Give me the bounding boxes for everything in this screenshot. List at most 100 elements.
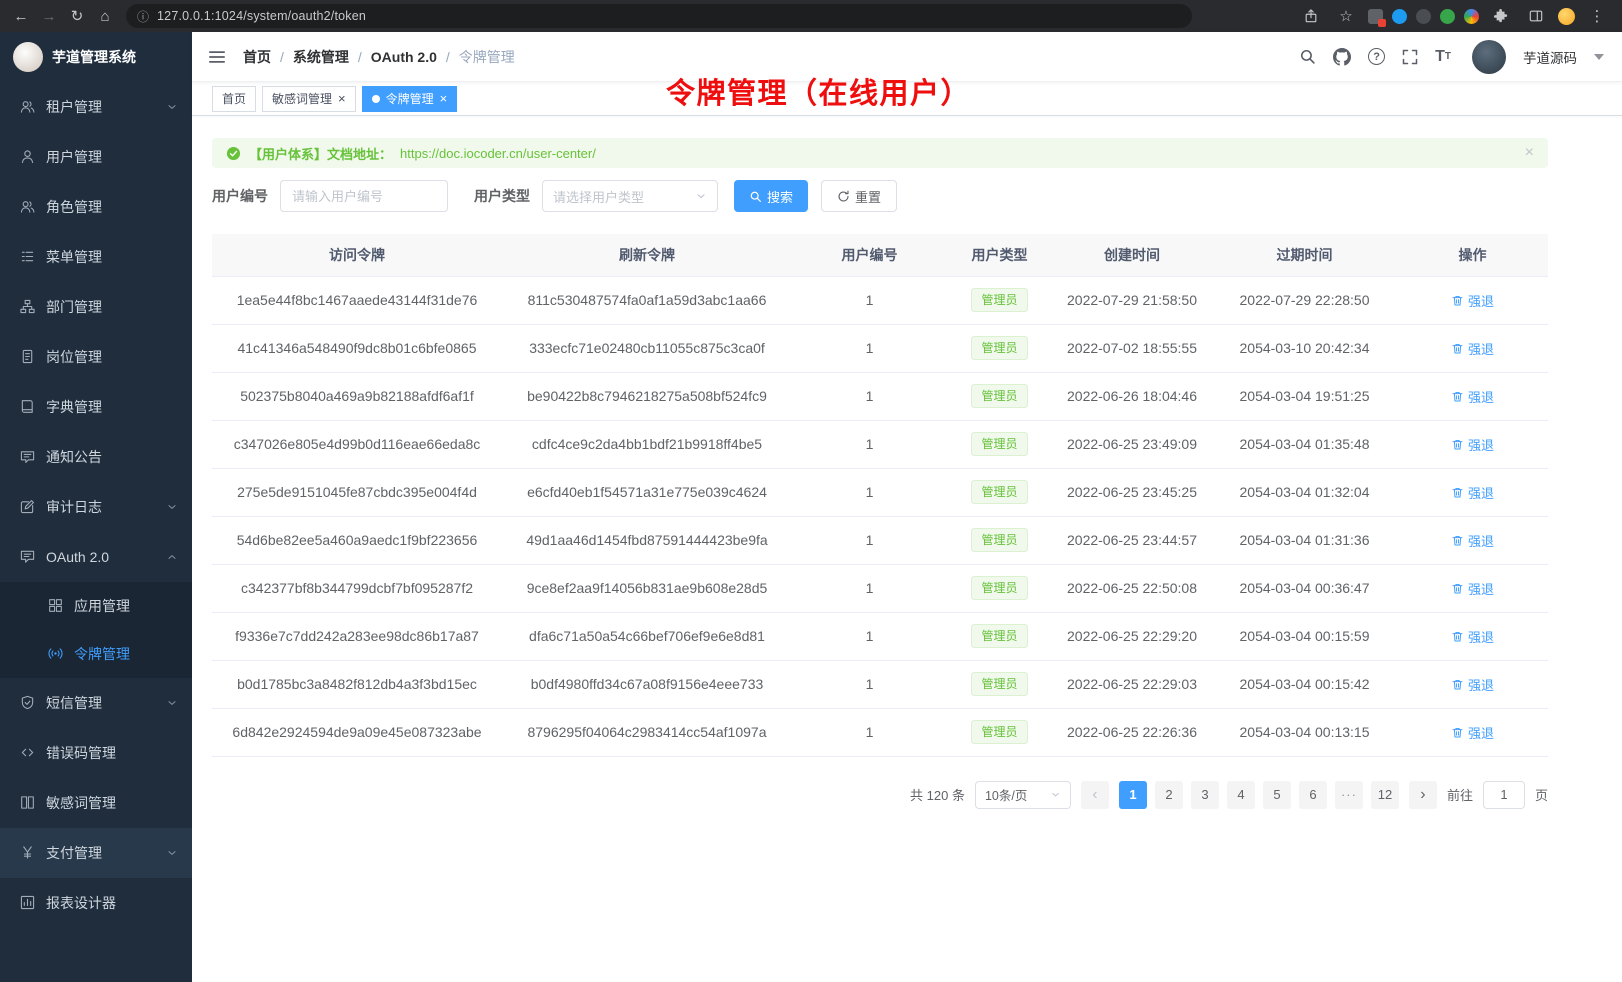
cell-expires: 2054-03-04 19:51:25 [1212, 372, 1397, 420]
sidebar-menu: 租户管理用户管理角色管理菜单管理部门管理岗位管理字典管理通知公告审计日志OAut… [0, 82, 192, 982]
pager-page-6[interactable]: 6 [1299, 781, 1327, 809]
force-logout-button[interactable]: 强退 [1451, 291, 1494, 310]
font-size-icon[interactable]: TT [1435, 49, 1451, 65]
force-logout-button[interactable]: 强退 [1451, 579, 1494, 598]
tab-close-icon[interactable]: × [338, 92, 346, 105]
tab-close-icon[interactable]: × [440, 92, 448, 105]
sidebar-item-user[interactable]: 用户管理 [0, 132, 192, 182]
force-logout-button[interactable]: 强退 [1451, 627, 1494, 646]
tab-split-icon[interactable] [1523, 3, 1549, 29]
pager-page-12[interactable]: 12 [1371, 781, 1399, 809]
sidebar-item-notice[interactable]: 通知公告 [0, 432, 192, 482]
pagination-total: 共 120 条 [910, 785, 965, 804]
tab-sensitive-word[interactable]: 敏感词管理 × [262, 86, 356, 112]
fullscreen-icon[interactable] [1402, 49, 1418, 65]
user-type-badge: 管理员 [971, 336, 1027, 360]
force-logout-button[interactable]: 强退 [1451, 435, 1494, 454]
user-type-select[interactable]: 请选择用户类型 [542, 180, 718, 212]
sidebar-item-audit-log[interactable]: 审计日志 [0, 482, 192, 532]
app-logo[interactable]: 芋道管理系统 [0, 32, 192, 82]
sidebar-item-error-code[interactable]: 错误码管理 [0, 728, 192, 778]
sidebar-item-post[interactable]: 岗位管理 [0, 332, 192, 382]
extension-blue-icon[interactable] [1392, 9, 1407, 24]
user-type-badge: 管理员 [971, 384, 1027, 408]
browser-reload-icon[interactable]: ↻ [64, 3, 90, 29]
browser-home-icon[interactable]: ⌂ [92, 3, 118, 29]
sidebar-item-tenant[interactable]: 租户管理 [0, 82, 192, 132]
sidebar-item-role[interactable]: 角色管理 [0, 182, 192, 232]
page-size-select[interactable]: 10条/页 [975, 781, 1071, 809]
pager-page-3[interactable]: 3 [1191, 781, 1219, 809]
force-logout-button[interactable]: 强退 [1451, 531, 1494, 550]
force-logout-button[interactable]: 强退 [1451, 723, 1494, 742]
doc-link[interactable]: https://doc.iocoder.cn/user-center/ [400, 146, 596, 161]
sidebar-item-dict[interactable]: 字典管理 [0, 382, 192, 432]
sidebar-item-dept[interactable]: 部门管理 [0, 282, 192, 332]
sidebar-collapse-icon[interactable] [208, 49, 226, 65]
force-logout-button[interactable]: 强退 [1451, 675, 1494, 694]
site-info-icon[interactable]: ⓘ [137, 8, 149, 25]
browser-forward-icon[interactable]: → [36, 3, 62, 29]
chevron-down-icon [166, 847, 178, 859]
pager-page-5[interactable]: 5 [1263, 781, 1291, 809]
caret-down-icon[interactable] [1594, 54, 1604, 60]
pager-next-button[interactable]: › [1409, 781, 1437, 809]
logo-avatar [13, 42, 43, 72]
breadcrumb-home[interactable]: 首页 [243, 47, 271, 67]
reset-button[interactable]: 重置 [821, 180, 897, 212]
breadcrumb-oauth2[interactable]: OAuth 2.0 [371, 49, 437, 65]
user-avatar[interactable] [1472, 40, 1506, 74]
browser-address-bar[interactable]: ⓘ 127.0.0.1:1024/system/oauth2/token [126, 4, 1192, 28]
force-logout-button[interactable]: 强退 [1451, 387, 1494, 406]
search-icon[interactable] [1299, 48, 1316, 65]
extension-green-icon[interactable] [1440, 9, 1455, 24]
sidebar-item-report-designer[interactable]: 报表设计器 [0, 878, 192, 928]
force-logout-button[interactable]: 强退 [1451, 483, 1494, 502]
breadcrumb-system[interactable]: 系统管理 [293, 47, 349, 67]
goto-page-input[interactable] [1483, 781, 1525, 809]
extension-dark-icon[interactable] [1416, 9, 1431, 24]
alert-close-icon[interactable]: × [1525, 145, 1534, 161]
pager-prev-button[interactable]: ‹ [1081, 781, 1109, 809]
share-icon[interactable] [1298, 3, 1324, 29]
sidebar-item-pay[interactable]: 支付管理 [0, 828, 192, 878]
submenu-oauth2: 应用管理令牌管理 [0, 582, 192, 678]
user-id-input[interactable] [280, 180, 448, 212]
message-icon [20, 449, 36, 465]
book-icon [20, 399, 36, 415]
user-name[interactable]: 芋道源码 [1523, 47, 1577, 67]
user-type-badge: 管理员 [971, 624, 1027, 648]
sidebar-item-oauth2-app[interactable]: 应用管理 [0, 582, 192, 630]
cell-expires: 2054-03-04 01:31:36 [1212, 516, 1397, 564]
tab-token[interactable]: 令牌管理 × [362, 86, 458, 112]
tab-home[interactable]: 首页 [212, 86, 256, 112]
pager-page-4[interactable]: 4 [1227, 781, 1255, 809]
sidebar-item-sms[interactable]: 短信管理 [0, 678, 192, 728]
extension-badge-icon[interactable] [1368, 9, 1383, 24]
tabs-bar: 首页 敏感词管理 × 令牌管理 × [192, 82, 1622, 116]
user-type-badge: 管理员 [971, 672, 1027, 696]
table-row: 41c41346a548490f9dc8b01c6bfe0865333ecfc7… [212, 324, 1548, 372]
browser-menu-icon[interactable]: ⋮ [1584, 3, 1610, 29]
bookmark-star-icon[interactable]: ☆ [1333, 3, 1359, 29]
pager-page-1[interactable]: 1 [1119, 781, 1147, 809]
extensions-puzzle-icon[interactable] [1488, 3, 1514, 29]
search-button[interactable]: 搜索 [734, 180, 808, 212]
pager-more-button[interactable]: ··· [1335, 781, 1363, 809]
browser-back-icon[interactable]: ← [8, 3, 34, 29]
extension-pinwheel-icon[interactable] [1464, 9, 1479, 24]
force-logout-button[interactable]: 强退 [1451, 339, 1494, 358]
trash-icon [1451, 342, 1464, 355]
table-header-row: 访问令牌 刷新令牌 用户编号 用户类型 创建时间 过期时间 操作 [212, 234, 1548, 276]
sidebar-item-oauth2-token[interactable]: 令牌管理 [0, 630, 192, 678]
cell-user-id: 1 [792, 612, 947, 660]
sidebar-item-menu[interactable]: 菜单管理 [0, 232, 192, 282]
cell-access-token: 41c41346a548490f9dc8b01c6bfe0865 [212, 324, 502, 372]
github-icon[interactable] [1333, 48, 1351, 66]
pager-page-2[interactable]: 2 [1155, 781, 1183, 809]
sidebar-item-oauth2[interactable]: OAuth 2.0 [0, 532, 192, 582]
sidebar-item-sensitive-word[interactable]: 敏感词管理 [0, 778, 192, 828]
browser-profile-avatar[interactable] [1558, 8, 1575, 25]
help-icon[interactable]: ? [1368, 48, 1385, 65]
badge-icon [20, 349, 36, 365]
